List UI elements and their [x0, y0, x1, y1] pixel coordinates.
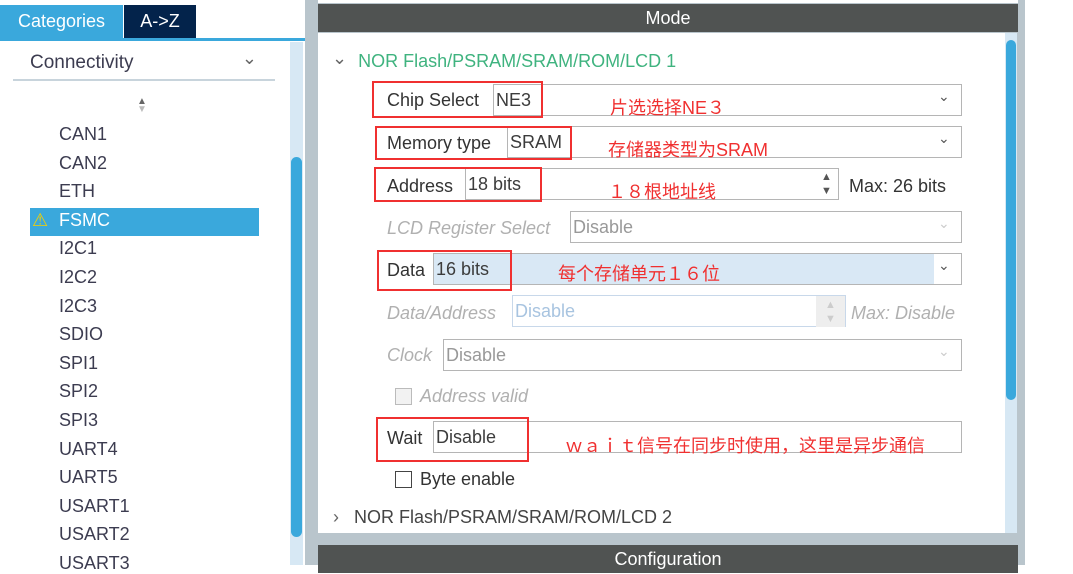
divider [305, 0, 318, 565]
scrollbar-thumb[interactable] [1006, 40, 1016, 400]
annotation-wait: ｗａｉｔ信号在同步时使用，这里是异步通信 [565, 436, 925, 456]
chevron-down-icon: ⌄ [938, 343, 950, 359]
annotation-mem: 存储器类型为SRAM [608, 140, 769, 160]
tab-categories[interactable]: Categories [0, 5, 123, 38]
byte-enable-checkbox[interactable] [395, 471, 412, 488]
warning-icon: ⚠ [32, 209, 49, 230]
data-address-spinner: Disable [512, 295, 846, 327]
data-address-label: Data/Address [387, 303, 497, 323]
list-item-uart4[interactable]: UART4 [59, 439, 118, 460]
section-lcd2-title: NOR Flash/PSRAM/SRAM/ROM/LCD 2 [354, 507, 673, 527]
list-item-sdio[interactable]: SDIO [59, 324, 103, 345]
chevron-down-icon: ⌄ [938, 215, 950, 231]
chevron-down-icon: ⌄ [938, 257, 950, 273]
clock-label: Clock [387, 345, 433, 365]
chevron-down-icon: ⌄ [938, 130, 950, 146]
tab-a-z[interactable]: A->Z [124, 5, 196, 38]
list-item-i2c3[interactable]: I2C3 [59, 296, 97, 317]
sort-icon[interactable]: ▲ ▼ [137, 97, 147, 115]
address-max: Max: 26 bits [849, 176, 947, 196]
list-item-uart5[interactable]: UART5 [59, 467, 118, 488]
scrollbar-thumb[interactable] [291, 157, 302, 537]
section-lcd2-toggle[interactable]: › NOR Flash/PSRAM/SRAM/ROM/LCD 2 [333, 507, 672, 528]
highlight-chip-select [372, 81, 543, 118]
list-item-spi1[interactable]: SPI1 [59, 353, 98, 374]
list-item-can1[interactable]: CAN1 [59, 124, 107, 145]
chevron-down-icon: ⌄ [332, 48, 348, 68]
mode-header: Mode [318, 4, 1018, 32]
section-lcd1-title: NOR Flash/PSRAM/SRAM/ROM/LCD 1 [358, 51, 677, 71]
list-item-usart3[interactable]: USART3 [59, 553, 130, 574]
mode-scrollbar[interactable] [1005, 33, 1017, 533]
right-divider [1018, 0, 1025, 565]
data-address-value: Disable [515, 300, 576, 321]
tab-underline [0, 38, 305, 41]
annotation-data: 每个存储单元１６位 [558, 264, 720, 284]
clock-value: Disable [446, 344, 507, 365]
address-valid-label: Address valid [420, 386, 529, 406]
list-item-spi2[interactable]: SPI2 [59, 381, 98, 402]
lcd-register-label: LCD Register Select [387, 218, 551, 238]
category-label: Connectivity [30, 52, 134, 73]
spinner-arrows-icon: ▲ ▼ [816, 296, 845, 327]
annotation-chip: 片选选择NE３ [610, 98, 726, 118]
list-item-eth[interactable]: ETH [59, 181, 95, 202]
list-item-spi3[interactable]: SPI3 [59, 410, 98, 431]
lcd-register-value: Disable [573, 216, 634, 237]
category-select[interactable]: Connectivity ⌄ [13, 44, 275, 81]
highlight-wait [376, 417, 529, 462]
left-panel: Categories A->Z Connectivity ⌄ ▲ ▼ CAN1 CA… [0, 0, 305, 573]
chip-select-dropdown[interactable]: NE3 [493, 84, 962, 116]
highlight-data [377, 250, 512, 291]
list-scrollbar[interactable] [290, 42, 303, 565]
list-item-usart2[interactable]: USART2 [59, 524, 130, 545]
list-item-usart1[interactable]: USART1 [59, 496, 130, 517]
section-lcd1-toggle[interactable]: ⌄ NOR Flash/PSRAM/SRAM/ROM/LCD 1 [332, 48, 677, 71]
clock-dropdown: Disable [443, 339, 962, 371]
chevron-right-icon: › [333, 507, 339, 527]
configuration-header[interactable]: Configuration [318, 545, 1018, 573]
chevron-down-icon: ⌄ [241, 48, 257, 68]
byte-enable-label: Byte enable [420, 469, 516, 489]
address-valid-checkbox [395, 388, 412, 405]
lcd-register-dropdown: Disable [570, 211, 962, 243]
list-item-i2c2[interactable]: I2C2 [59, 267, 97, 288]
data-address-max: Max: Disable [851, 303, 956, 323]
list-item-i2c1[interactable]: I2C1 [59, 238, 97, 259]
spinner-arrows-icon[interactable]: ▲ ▼ [821, 170, 832, 198]
list-item-fsmc[interactable]: FSMC [59, 210, 110, 231]
annotation-addr: １８根地址线 [608, 182, 716, 202]
highlight-address [374, 167, 542, 202]
chevron-down-icon: ⌄ [938, 88, 950, 104]
highlight-memory-type [375, 126, 572, 160]
list-item-can2[interactable]: CAN2 [59, 153, 107, 174]
